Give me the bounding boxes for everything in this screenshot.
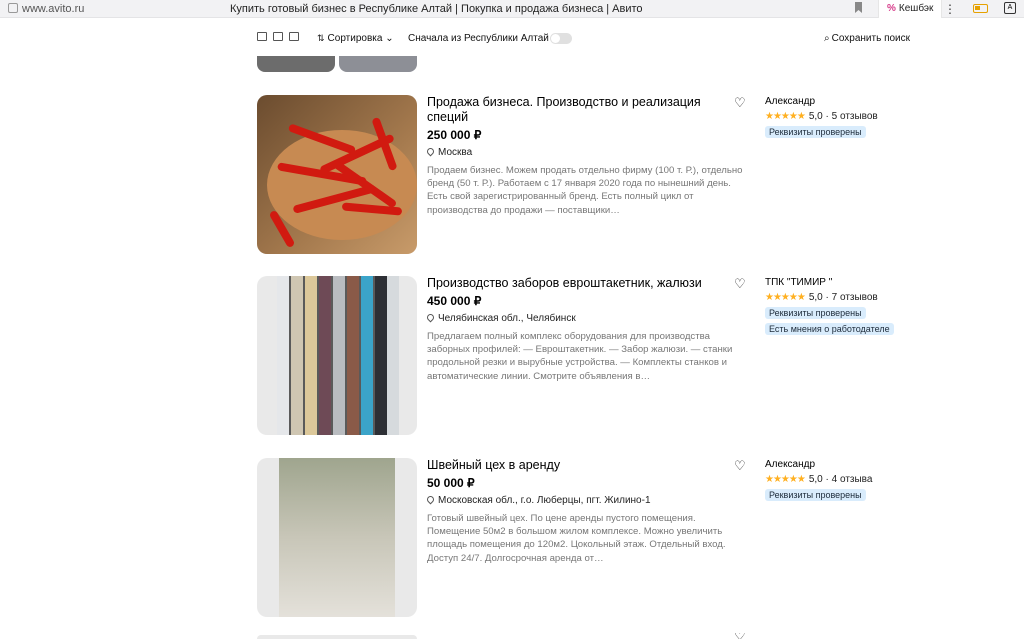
- chevron-down-icon: ⌄: [382, 33, 394, 44]
- listing-description: Продаем бизнес. Можем продать отдельно ф…: [427, 165, 743, 216]
- translate-icon[interactable]: A: [1004, 2, 1016, 14]
- cashback-button[interactable]: % Кешбэк: [878, 0, 943, 18]
- address-bar[interactable]: www.avito.ru: [8, 3, 84, 15]
- page-title: Купить готовый бизнес в Республике Алтай…: [230, 3, 643, 15]
- listing-title[interactable]: Продажа бизнеса. Производство и реализац…: [427, 95, 727, 125]
- listing-price: 450 000 ₽: [427, 294, 482, 308]
- seller-name[interactable]: Александр: [765, 459, 925, 470]
- site-icon: [8, 3, 18, 13]
- grid-view-icon[interactable]: [273, 32, 283, 41]
- listing-description: Предлагаем полный комплекс оборудования …: [427, 331, 733, 382]
- url-text: www.avito.ru: [22, 3, 85, 15]
- reviews-link[interactable]: 4 отзыва: [832, 474, 873, 485]
- verified-badge: Реквизиты проверены: [765, 307, 866, 319]
- region-filter-toggle[interactable]: [550, 33, 572, 44]
- location-pin-icon: [425, 312, 436, 323]
- verified-badge: Реквизиты проверены: [765, 126, 866, 138]
- listing-photo[interactable]: [257, 276, 417, 435]
- favorite-heart-icon[interactable]: ♡: [734, 633, 746, 639]
- search-icon: ⌕: [824, 33, 830, 44]
- location-pin-icon: [425, 494, 436, 505]
- seller-rating: ★★★★★ 5,0 · 5 отзывов: [765, 111, 925, 122]
- seller-name[interactable]: ТПК "ТИМИР ": [765, 277, 925, 288]
- location-text: Челябинская обл., Челябинск: [438, 313, 576, 324]
- verified-badge: Реквизиты проверены: [765, 489, 866, 501]
- more-menu-icon[interactable]: ⋮: [944, 2, 956, 16]
- seller-info: ТПК "ТИМИР " ★★★★★ 5,0 · 7 отзывов Реквиз…: [765, 277, 925, 335]
- cashback-icon: %: [887, 3, 896, 14]
- favorite-heart-icon[interactable]: ♡: [734, 95, 746, 111]
- save-search-label: Сохранить поиск: [831, 33, 911, 44]
- listing-info: Швейный цех в аренду 50 000 ₽ Московская…: [425, 458, 727, 565]
- favorite-heart-icon[interactable]: ♡: [734, 458, 746, 474]
- save-search-button[interactable]: ⌕ Сохранить поиск: [824, 33, 910, 44]
- seller-name[interactable]: Александр: [765, 96, 925, 107]
- listing-price: 250 000 ₽: [427, 128, 482, 142]
- listing-photo[interactable]: [257, 56, 335, 72]
- rating-separator: ·: [825, 111, 829, 122]
- results-toolbar: ⇅ Сортировка ⌄ Сначала из Республики Алта…: [0, 28, 1024, 50]
- reviews-link[interactable]: 7 отзывов: [832, 292, 878, 303]
- listing-description: Готовый швейный цех. По цене аренды пуст…: [427, 513, 726, 564]
- listing-title[interactable]: Швейный цех в аренду: [427, 458, 727, 473]
- listing-photo[interactable]: [257, 635, 417, 639]
- seller-rating: ★★★★★ 5,0 · 4 отзыва: [765, 474, 925, 485]
- rating-separator: ·: [825, 474, 829, 485]
- sort-label: Сортировка: [327, 33, 383, 44]
- region-filter-label: Сначала из Республики Алтай: [408, 33, 549, 44]
- rating-stars-icon: ★★★★★: [765, 474, 806, 485]
- sort-dropdown[interactable]: ⇅ Сортировка ⌄: [317, 33, 394, 44]
- listing-price: 50 000 ₽: [427, 476, 475, 490]
- seller-info: Александр ★★★★★ 5,0 · 4 отзыва Реквизиты …: [765, 459, 925, 501]
- map-view-icon[interactable]: [289, 32, 299, 41]
- reviews-link[interactable]: 5 отзывов: [832, 111, 878, 122]
- listing-info: Продажа бизнеса. Производство и реализац…: [425, 95, 743, 217]
- rating-value: 5,0: [808, 292, 823, 303]
- listing-photo[interactable]: [257, 458, 417, 617]
- employer-reviews-badge: Есть мнения о работодателе: [765, 323, 894, 335]
- listing-location: Челябинская обл., Челябинск: [425, 312, 727, 324]
- rating-value: 5,0: [808, 111, 823, 122]
- listing-location: Московская обл., г.о. Люберцы, пгт. Жили…: [425, 494, 727, 506]
- cashback-label: Кешбэк: [898, 3, 934, 14]
- list-view-icon[interactable]: [257, 32, 267, 41]
- bookmark-icon[interactable]: [854, 2, 863, 13]
- rating-value: 5,0: [808, 474, 823, 485]
- rating-stars-icon: ★★★★★: [765, 111, 806, 122]
- view-switcher: [257, 32, 305, 44]
- rating-separator: ·: [825, 292, 829, 303]
- listing-info: Производство заборов евроштакетник, жалю…: [425, 276, 732, 383]
- location-text: Московская обл., г.о. Люберцы, пгт. Жили…: [438, 495, 651, 506]
- listing-location: Москва: [425, 146, 727, 158]
- seller-rating: ★★★★★ 5,0 · 7 отзывов: [765, 292, 925, 303]
- listing-photo[interactable]: [257, 95, 417, 254]
- browser-bar: www.avito.ru Купить готовый бизнес в Рес…: [0, 0, 1024, 18]
- listing-title[interactable]: Производство заборов евроштакетник, жалю…: [427, 276, 727, 291]
- battery-icon: [973, 4, 988, 13]
- location-text: Москва: [438, 147, 473, 158]
- rating-stars-icon: ★★★★★: [765, 292, 806, 303]
- sort-icon: ⇅: [317, 33, 325, 43]
- location-pin-icon: [425, 146, 436, 157]
- listing-photo[interactable]: [339, 56, 417, 72]
- seller-info: Александр ★★★★★ 5,0 · 5 отзывов Реквизиты…: [765, 96, 925, 138]
- favorite-heart-icon[interactable]: ♡: [734, 276, 746, 292]
